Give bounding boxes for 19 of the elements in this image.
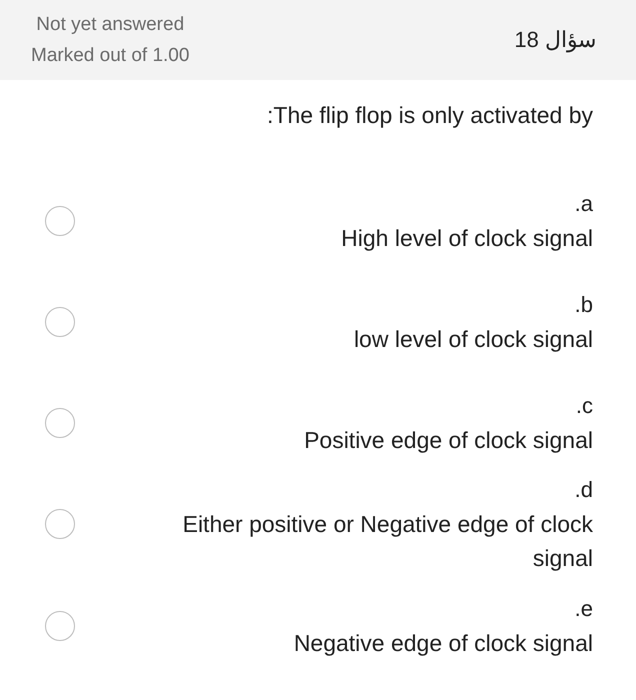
- option-letter: .d: [574, 476, 593, 504]
- radio-button[interactable]: [45, 306, 75, 336]
- option-letter: .b: [574, 290, 593, 318]
- option-letter: .a: [574, 190, 593, 218]
- radio-button[interactable]: [45, 509, 75, 539]
- option-text: Either positive or Negative edge of clock signal: [182, 510, 593, 573]
- option-text: Positive edge of clock signal: [304, 426, 593, 455]
- radio-button[interactable]: [45, 610, 75, 640]
- question-number: سؤال 18: [514, 27, 596, 53]
- option-text: low level of clock signal: [354, 324, 593, 354]
- option-letter: .e: [574, 594, 593, 622]
- option-text: High level of clock signal: [341, 224, 593, 253]
- marks-label: Marked out of 1.00: [31, 44, 190, 67]
- option-letter: .c: [576, 392, 593, 420]
- answer-status: Not yet answered: [36, 13, 184, 36]
- radio-button[interactable]: [45, 408, 75, 438]
- radio-button[interactable]: [45, 206, 75, 236]
- option-text: Negative edge of clock signal: [294, 628, 593, 658]
- question-text: :The flip flop is only activated by: [266, 101, 594, 130]
